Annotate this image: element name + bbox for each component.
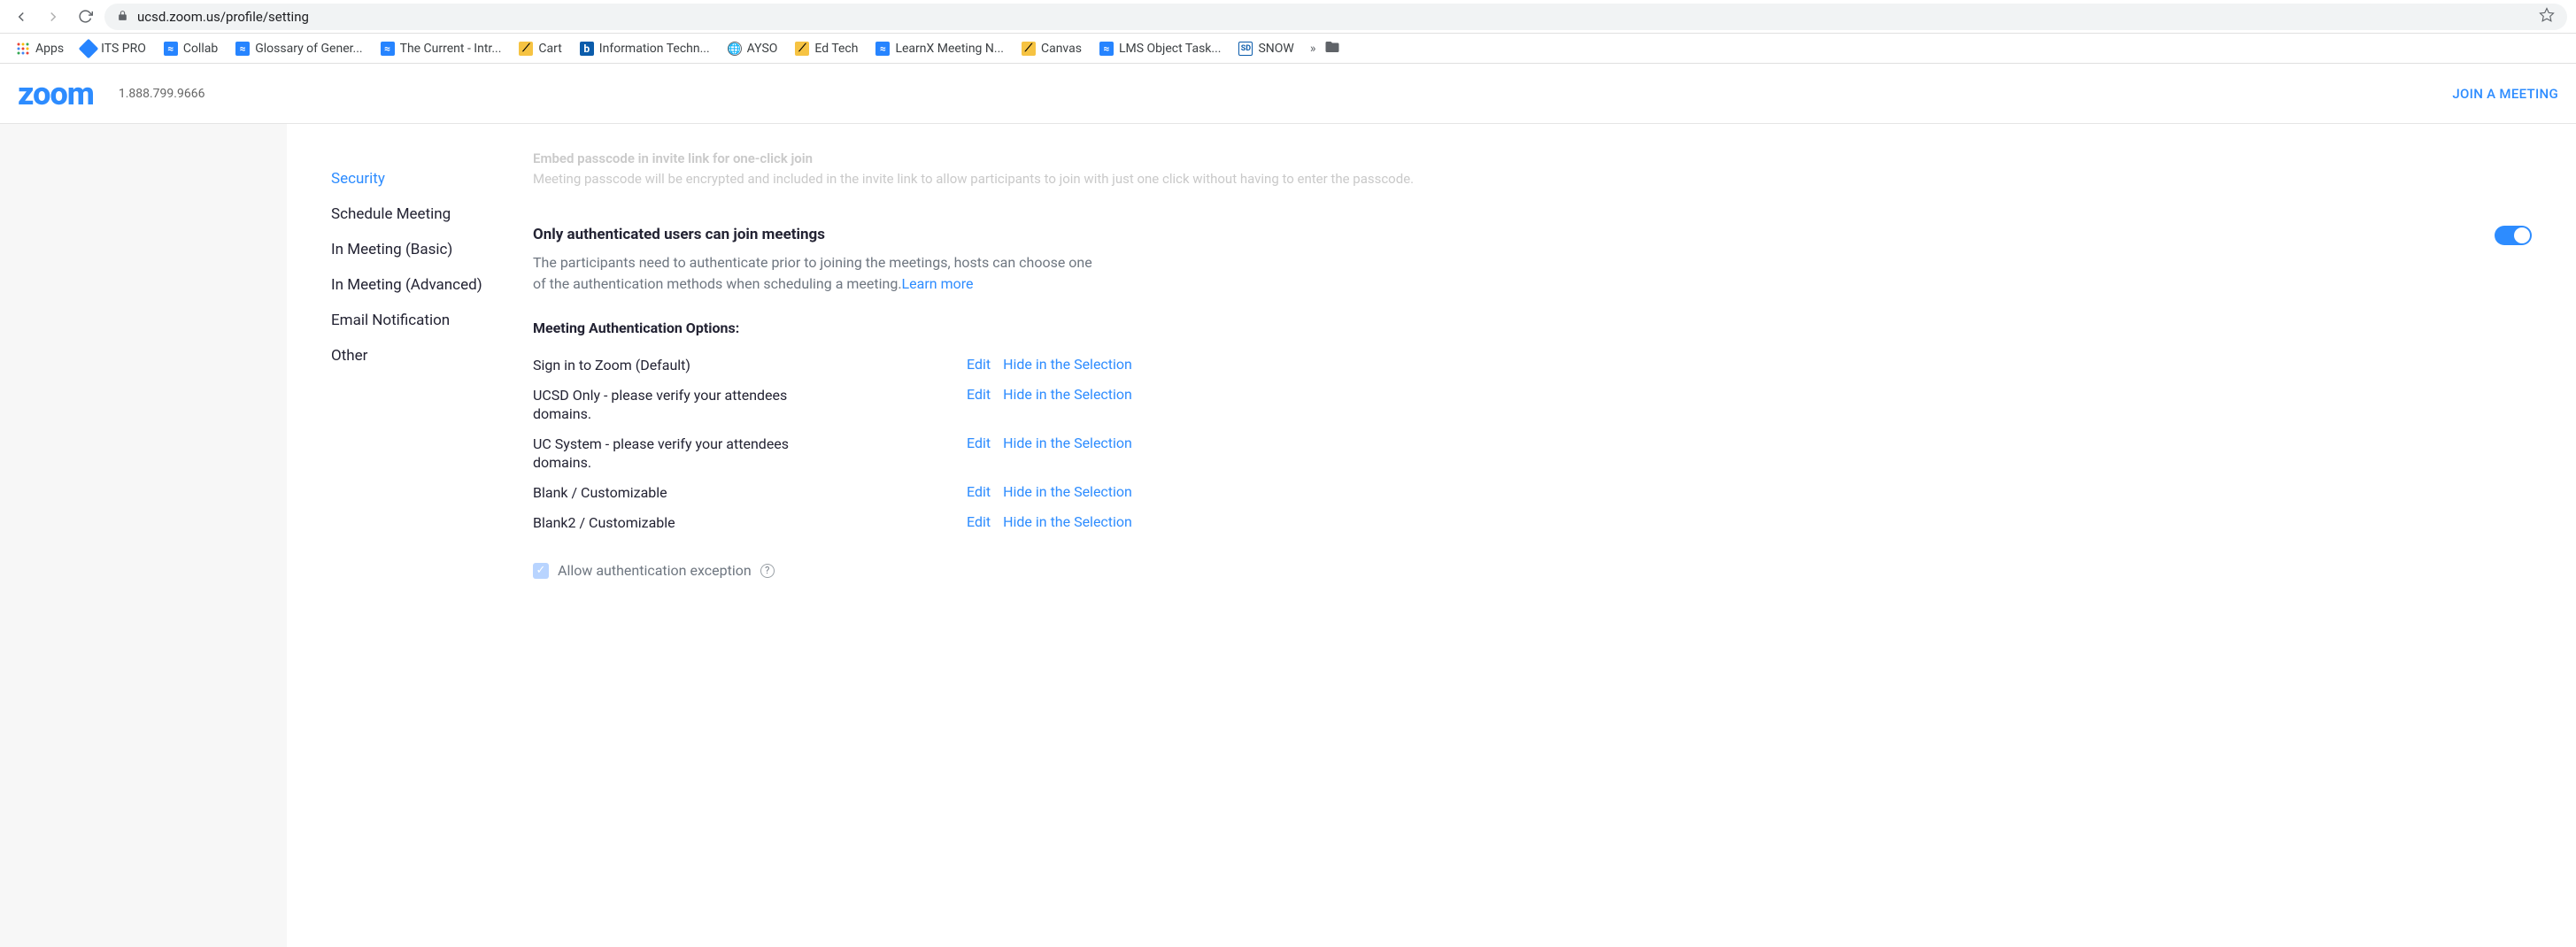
settings-page: Security Schedule Meeting In Meeting (Ba… <box>0 124 2576 947</box>
bookmark-star-icon[interactable] <box>2539 7 2555 27</box>
sidenav-other[interactable]: Other <box>331 338 533 373</box>
faded-desc: Meeting passcode will be encrypted and i… <box>533 169 2532 189</box>
learn-more-link[interactable]: Learn more <box>902 275 974 292</box>
forward-button[interactable] <box>41 4 66 29</box>
bookmark-glossary[interactable]: ≈ Glossary of Gener... <box>228 38 369 59</box>
confluence-icon: ≈ <box>235 42 250 56</box>
bookmark-label: ITS PRO <box>101 42 146 56</box>
auth-exception-checkbox[interactable]: ✓ <box>533 563 549 579</box>
bookmark-canvas[interactable]: ⟋ Canvas <box>1014 38 1089 59</box>
confluence-icon: ≈ <box>1099 42 1114 56</box>
bookmark-label: Glossary of Gener... <box>255 42 362 56</box>
auth-users-setting: Only authenticated users can join meetin… <box>533 226 2532 579</box>
auth-hide-link[interactable]: Hide in the Selection <box>1003 483 1132 500</box>
bookmark-label: Cart <box>538 42 561 56</box>
auth-hide-link[interactable]: Hide in the Selection <box>1003 513 1132 530</box>
info-icon: b <box>580 42 594 56</box>
bookmark-label: Apps <box>35 42 64 56</box>
setting-title: Only authenticated users can join meetin… <box>533 226 2532 243</box>
auth-edit-link[interactable]: Edit <box>967 356 991 373</box>
reload-button[interactable] <box>73 4 97 29</box>
setting-desc: The participants need to authenticate pr… <box>533 252 1099 295</box>
faded-previous-setting: Embed passcode in invite link for one-cl… <box>533 149 2532 210</box>
settings-main: Embed passcode in invite link for one-cl… <box>533 124 2576 947</box>
bookmarks-bar: Apps ITS PRO ≈ Collab ≈ Glossary of Gene… <box>0 34 2576 64</box>
auth-exception-row: ✓ Allow authentication exception ? <box>533 562 2532 579</box>
bookmark-collab[interactable]: ≈ Collab <box>157 38 225 59</box>
bookmark-lms[interactable]: ≈ LMS Object Task... <box>1092 38 1229 59</box>
confluence-icon: ≈ <box>164 42 178 56</box>
cart-icon: ⟋ <box>519 42 533 56</box>
auth-option-label: UC System - please verify your attendees… <box>533 435 798 473</box>
bookmark-label: LMS Object Task... <box>1119 42 1222 56</box>
zoom-header: zoom 1.888.799.9666 JOIN A MEETING <box>0 64 2576 124</box>
zoom-logo[interactable]: zoom <box>18 75 94 112</box>
sidenav-in-meeting-advanced[interactable]: In Meeting (Advanced) <box>331 267 533 303</box>
bookmark-folder-icon[interactable] <box>1324 39 1340 58</box>
bookmark-current[interactable]: ≈ The Current - Intr... <box>374 38 509 59</box>
help-icon[interactable]: ? <box>760 564 775 578</box>
browser-navigation-bar: ucsd.zoom.us/profile/setting <box>0 0 2576 34</box>
auth-option-row: UC System - please verify your attendees… <box>533 429 2532 478</box>
auth-option-label: UCSD Only - please verify your attendees… <box>533 386 798 424</box>
auth-users-toggle[interactable] <box>2495 226 2532 245</box>
auth-hide-link[interactable]: Hide in the Selection <box>1003 435 1132 451</box>
bookmark-label: AYSO <box>747 42 778 56</box>
confluence-icon: ≈ <box>381 42 395 56</box>
sidenav-email-notification[interactable]: Email Notification <box>331 303 533 338</box>
bookmark-apps[interactable]: Apps <box>9 38 71 59</box>
confluence-icon: ≈ <box>875 42 890 56</box>
bookmark-ayso[interactable]: 🌐 AYSO <box>721 38 785 59</box>
auth-option-row: Sign in to Zoom (Default) Edit Hide in t… <box>533 350 2532 381</box>
auth-option-row: Blank2 / Customizable Edit Hide in the S… <box>533 508 2532 538</box>
bookmark-label: The Current - Intr... <box>400 42 502 56</box>
lock-icon <box>117 9 128 25</box>
bookmark-cart[interactable]: ⟋ Cart <box>512 38 568 59</box>
its-icon <box>79 38 99 58</box>
bookmark-its-pro[interactable]: ITS PRO <box>74 38 153 59</box>
sidenav-in-meeting-basic[interactable]: In Meeting (Basic) <box>331 232 533 267</box>
auth-options-heading: Meeting Authentication Options: <box>533 320 2532 336</box>
bookmarks-overflow[interactable]: » <box>1305 42 1322 56</box>
back-button[interactable] <box>9 4 34 29</box>
edtech-icon: ⟋ <box>795 42 809 56</box>
bookmark-info-tech[interactable]: b Information Techn... <box>573 38 717 59</box>
bookmark-label: Canvas <box>1041 42 1082 56</box>
faded-title: Embed passcode in invite link for one-cl… <box>533 149 2532 169</box>
auth-option-label: Sign in to Zoom (Default) <box>533 356 798 375</box>
bookmark-learnx[interactable]: ≈ LearnX Meeting N... <box>868 38 1011 59</box>
auth-edit-link[interactable]: Edit <box>967 386 991 403</box>
bookmark-label: SNOW <box>1258 42 1293 56</box>
snow-icon: SD <box>1238 42 1253 56</box>
auth-option-row: UCSD Only - please verify your attendees… <box>533 381 2532 429</box>
bookmark-snow[interactable]: SD SNOW <box>1231 38 1300 59</box>
zoom-phone: 1.888.799.9666 <box>119 87 205 101</box>
address-bar[interactable]: ucsd.zoom.us/profile/setting <box>104 4 2567 30</box>
auth-option-row: Blank / Customizable Edit Hide in the Se… <box>533 478 2532 508</box>
bookmark-edtech[interactable]: ⟋ Ed Tech <box>788 38 865 59</box>
apps-icon <box>16 42 30 56</box>
auth-option-label: Blank2 / Customizable <box>533 513 798 533</box>
join-meeting-link[interactable]: JOIN A MEETING <box>2452 86 2558 102</box>
auth-exception-label: Allow authentication exception <box>558 562 752 579</box>
auth-edit-link[interactable]: Edit <box>967 435 991 451</box>
setting-desc-text: The participants need to authenticate pr… <box>533 254 1092 292</box>
auth-edit-link[interactable]: Edit <box>967 483 991 500</box>
auth-hide-link[interactable]: Hide in the Selection <box>1003 386 1132 403</box>
settings-sidenav: Security Schedule Meeting In Meeting (Ba… <box>287 124 533 947</box>
bookmark-label: Ed Tech <box>814 42 858 56</box>
bookmark-label: Collab <box>183 42 218 56</box>
bookmark-label: LearnX Meeting N... <box>895 42 1004 56</box>
canvas-icon: ⟋ <box>1022 42 1036 56</box>
sidenav-security[interactable]: Security <box>331 161 533 196</box>
auth-edit-link[interactable]: Edit <box>967 513 991 530</box>
sidenav-schedule-meeting[interactable]: Schedule Meeting <box>331 196 533 232</box>
url-text: ucsd.zoom.us/profile/setting <box>137 9 2530 25</box>
globe-icon: 🌐 <box>728 42 742 56</box>
auth-hide-link[interactable]: Hide in the Selection <box>1003 356 1132 373</box>
auth-option-label: Blank / Customizable <box>533 483 798 503</box>
bookmark-label: Information Techn... <box>599 42 710 56</box>
left-spacer <box>0 124 287 947</box>
